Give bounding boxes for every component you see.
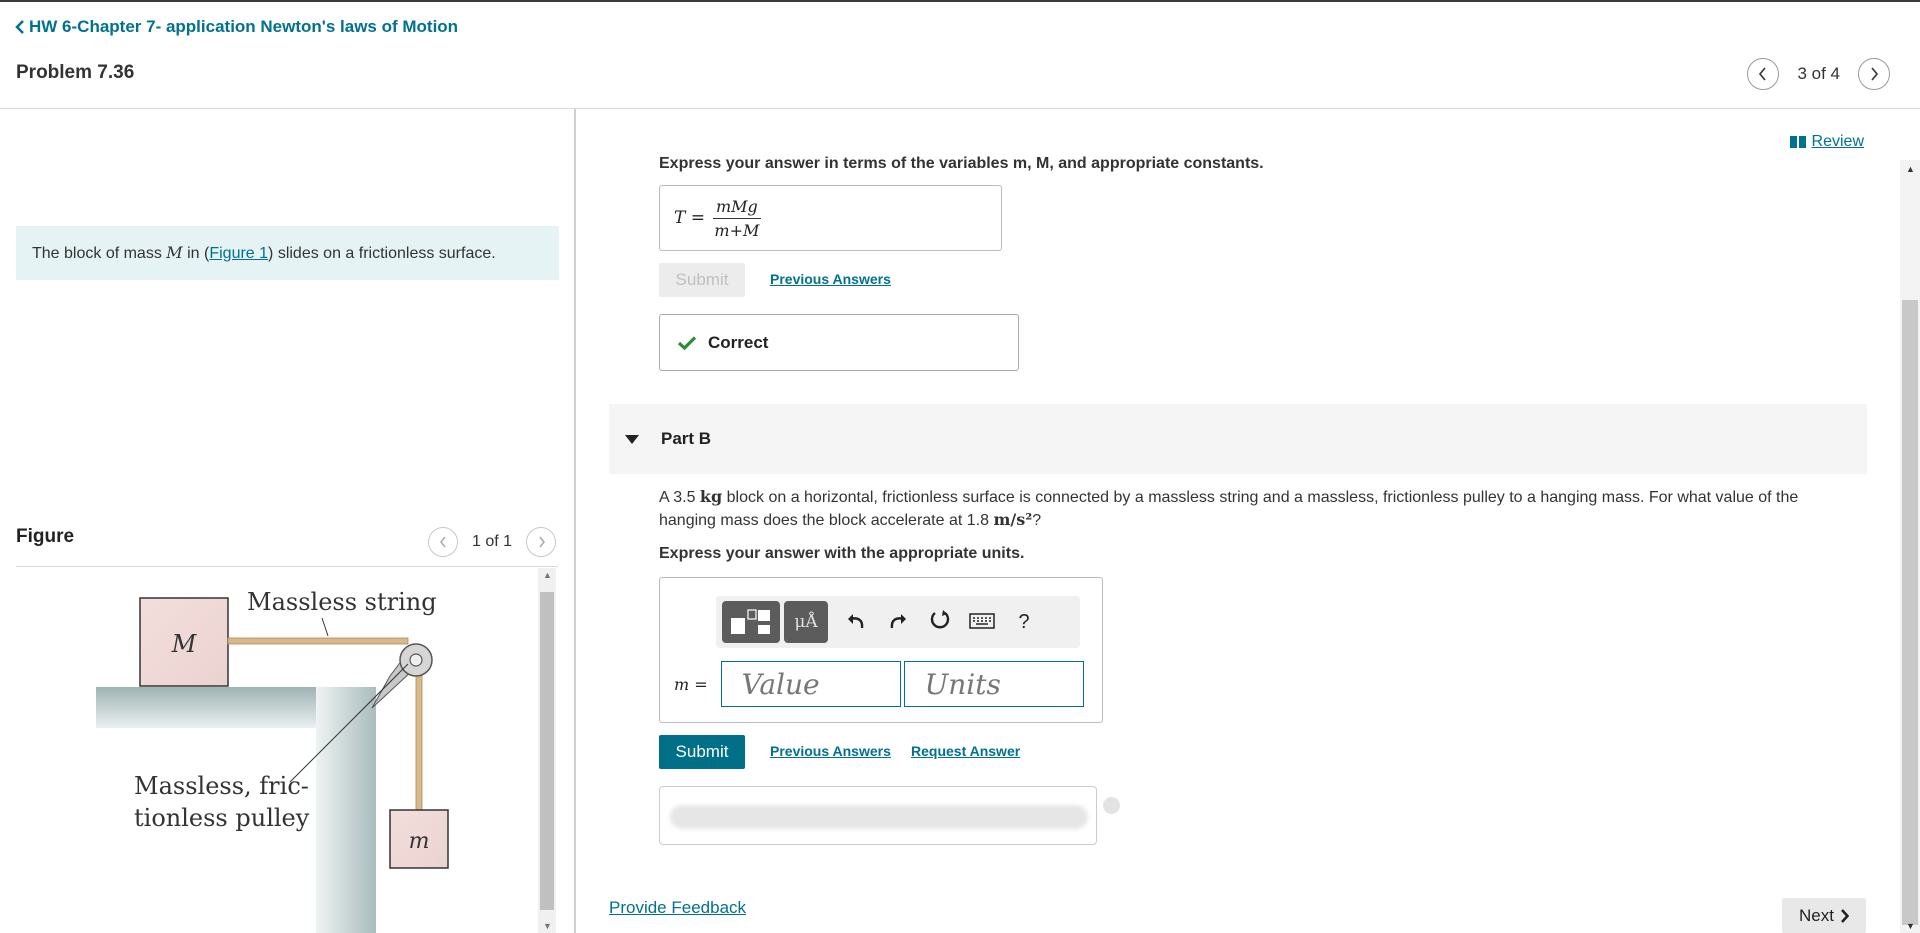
answer-fraction: mMg m+M: [713, 197, 761, 240]
part-b-submit-button[interactable]: Submit: [659, 735, 745, 769]
reset-icon[interactable]: [926, 608, 954, 636]
provide-feedback-link[interactable]: Provide Feedback: [609, 898, 746, 918]
collapse-triangle-icon[interactable]: [625, 434, 639, 444]
part-b-header[interactable]: Part B: [609, 404, 1867, 474]
figure-scrollbar[interactable]: ▲ ▼: [538, 568, 556, 933]
checkmark-icon: [678, 335, 696, 350]
correct-label: Correct: [708, 332, 769, 352]
figure-divider: [16, 566, 558, 567]
problem-text: A 3.5: [659, 489, 700, 506]
part-b-previous-answers-link[interactable]: Previous Answers: [770, 743, 891, 759]
blurred-content: [670, 805, 1088, 829]
help-button[interactable]: ?: [1010, 611, 1038, 634]
unit-kg: kg: [699, 487, 723, 506]
back-to-assignment-link[interactable]: HW 6-Chapter 7- application Newton's law…: [15, 17, 458, 37]
blurred-indicator: [1103, 797, 1120, 814]
correct-feedback: Correct: [659, 314, 1019, 371]
previous-problem-button[interactable]: [1747, 58, 1780, 90]
answer-numerator: mMg: [713, 197, 761, 219]
request-answer-link[interactable]: Request Answer: [911, 743, 1020, 759]
review-link[interactable]: Review: [1789, 133, 1864, 151]
chevron-right-icon: [538, 536, 545, 548]
scroll-down-icon[interactable]: ▼: [543, 921, 552, 931]
templates-button[interactable]: [722, 601, 780, 643]
panel-divider[interactable]: [574, 109, 576, 933]
value-input[interactable]: [720, 661, 901, 707]
intro-var-M: M: [166, 243, 183, 262]
chevron-right-icon: [1841, 908, 1849, 923]
string-vertical: [415, 659, 423, 811]
problem-title: Problem 7.36: [16, 62, 135, 83]
table-side: [316, 687, 376, 933]
block-M-label: M: [171, 630, 198, 658]
string-pointer: [321, 617, 329, 637]
intro-text: in (: [182, 245, 210, 262]
main-scrollbar-thumb[interactable]: [1902, 300, 1918, 925]
chevron-right-icon: [1871, 67, 1879, 81]
problem-text: ?: [1032, 512, 1042, 529]
units-input[interactable]: [903, 661, 1084, 707]
chevron-left-icon: [439, 536, 446, 548]
unit-accel: m/s²: [993, 510, 1033, 529]
intro-text: The block of mass: [32, 245, 167, 262]
problem-pager: 3 of 4: [1747, 58, 1890, 90]
top-border: [0, 0, 1920, 2]
math-toolbar: μÅ ?: [716, 596, 1080, 648]
templates-icon: [731, 609, 770, 634]
figure-scrollbar-thumb[interactable]: [540, 592, 554, 910]
figure-link[interactable]: Figure 1: [209, 245, 268, 262]
part-b-problem-text: A 3.5 kg block on a horizontal, friction…: [659, 486, 1839, 532]
figure-image: M m Massless string Massless, fric- tion…: [16, 568, 536, 933]
part-b-instruction: Express your answer with the appropriate…: [659, 545, 1025, 562]
pulley-axle: [409, 653, 423, 667]
part-a-instruction: Express your answer in terms of the vari…: [659, 155, 1264, 172]
pulley-label-line2: tionless pulley: [134, 804, 310, 832]
problem-text: block on a horizontal, frictionless surf…: [659, 489, 1799, 529]
answer-lhs: T =: [674, 208, 705, 228]
main-scrollbar[interactable]: ▲ ▼: [1900, 160, 1920, 933]
problem-intro: The block of mass M in (Figure 1) slides…: [16, 226, 559, 280]
answer-denominator: m+M: [714, 220, 760, 240]
pager-text: 3 of 4: [1797, 64, 1840, 83]
part-b-title: Part B: [661, 429, 712, 448]
scroll-up-icon[interactable]: ▲: [1906, 164, 1915, 174]
answer-entry-widget: μÅ ? m =: [659, 577, 1103, 723]
scroll-up-icon[interactable]: ▲: [543, 570, 552, 580]
mu-angstrom-icon: μÅ: [794, 612, 818, 632]
figure-pager: 1 of 1: [428, 527, 557, 557]
string-label: Massless string: [247, 588, 437, 616]
figure-next-button[interactable]: [526, 527, 557, 557]
input-row: m =: [674, 661, 1084, 707]
next-problem-button[interactable]: [1858, 58, 1890, 90]
units-button[interactable]: μÅ: [784, 601, 828, 643]
redo-icon[interactable]: [884, 609, 912, 635]
chevron-left-icon: [1759, 67, 1767, 81]
pulley-diagram: M m Massless string Massless, fric- tion…: [96, 588, 449, 933]
keyboard-icon[interactable]: [968, 609, 996, 635]
string-horizontal: [227, 637, 409, 645]
figure-heading: Figure: [16, 526, 75, 547]
scroll-down-icon[interactable]: ▼: [1906, 921, 1915, 931]
chevron-left-icon: [15, 20, 24, 34]
review-label: Review: [1811, 133, 1864, 150]
figure-prev-button[interactable]: [428, 527, 458, 557]
figure-pager-text: 1 of 1: [472, 533, 513, 550]
block-m-label: m: [409, 829, 430, 854]
next-button[interactable]: Next: [1782, 898, 1866, 933]
header-divider: [0, 108, 1920, 109]
next-label: Next: [1799, 905, 1834, 925]
part-a-submit-button: Submit: [659, 263, 745, 297]
blurred-feedback-box: [659, 786, 1097, 845]
intro-text: ) slides on a frictionless surface.: [268, 245, 496, 262]
undo-icon[interactable]: [842, 609, 870, 635]
part-a-previous-answers-link[interactable]: Previous Answers: [770, 271, 891, 287]
book-icon: [1789, 136, 1806, 148]
back-link-label: HW 6-Chapter 7- application Newton's law…: [29, 17, 459, 36]
pulley-label-line1: Massless, fric-: [134, 772, 309, 800]
input-label: m =: [674, 674, 708, 694]
part-a-answer: T = mMg m+M: [659, 185, 1002, 251]
